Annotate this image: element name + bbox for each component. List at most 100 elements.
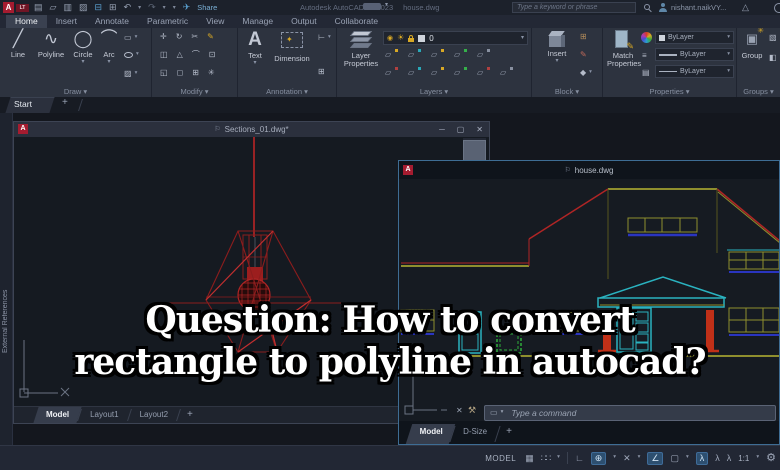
circle-button[interactable]: ◯ Circle ▾ [70, 30, 96, 65]
rotate-icon[interactable]: ↻ [176, 33, 183, 41]
share-icon[interactable]: ✈ [183, 3, 191, 12]
annotation-visibility-icon[interactable]: λ [695, 451, 709, 465]
text-button[interactable]: A Text ▾ [244, 30, 266, 66]
fillet-icon[interactable]: ⌒ [192, 51, 200, 59]
block-attribute-icon[interactable]: ◆ [580, 69, 586, 77]
command-close-icon[interactable]: ✕ [456, 407, 463, 415]
redo-icon[interactable]: ↷ [148, 3, 156, 12]
command-input[interactable]: ▭ ▾ Type a command [484, 405, 776, 421]
lineweight-dropdown[interactable]: ByLayer ▾ [655, 48, 734, 61]
insert-button[interactable]: Insert ▾ [542, 30, 572, 64]
annotation-panel-label[interactable]: Annotation ▾ [238, 87, 336, 96]
layer-tool-icon[interactable]: ▱ [500, 67, 513, 77]
ortho-mode-icon[interactable]: ∟ [575, 453, 584, 463]
open-file-icon[interactable]: ▱ [50, 3, 57, 12]
new-file-icon[interactable]: ▤ [34, 3, 43, 12]
snap-dropdown-icon[interactable]: ▾ [557, 455, 560, 461]
leader-icon[interactable]: ⊢ [318, 34, 325, 42]
tab-annotate[interactable]: Annotate [86, 15, 138, 28]
lineweight-icon[interactable]: ≡ [642, 52, 647, 60]
layer-tool-icon[interactable]: ▱ [454, 67, 467, 77]
user-name[interactable]: nishant.naikVY... [671, 0, 726, 15]
search-input[interactable]: Type a keyword or phrase [512, 2, 636, 13]
text-dropdown-icon[interactable]: ▾ [244, 60, 266, 66]
layer-tool-icon[interactable]: ▱ [408, 67, 421, 77]
close-icon[interactable]: ✕ [476, 125, 483, 134]
minimize-icon[interactable]: ─ [439, 125, 445, 134]
new-layout-button[interactable]: + [498, 424, 520, 444]
command-recent-dropdown-icon[interactable]: ▾ [501, 410, 504, 416]
color-wheel-icon[interactable] [641, 32, 652, 43]
new-drawing-tab-button[interactable]: + [62, 98, 68, 108]
tab-view[interactable]: View [197, 15, 233, 28]
new-layout-button[interactable]: + [179, 407, 201, 423]
autocad-logo-icon[interactable]: A [3, 2, 14, 13]
hatch-button[interactable]: ▨ ▾ [124, 70, 137, 78]
app-titlebar[interactable]: A LT ▤ ▱ ▥ ▨ ⊟ ⊞ ↶ ▾ ↷ ▾ ▾ ✈ Share Autod… [0, 0, 780, 15]
save-as-icon[interactable]: ▨ [79, 3, 88, 12]
command-recent-icon[interactable]: ▭ [490, 409, 498, 417]
circle-dropdown-icon[interactable]: ▾ [70, 59, 96, 65]
tab-parametric[interactable]: Parametric [138, 15, 197, 28]
match-properties-button[interactable]: ✎ Match Properties [607, 30, 641, 68]
layer-tool-icon[interactable]: ▱ [477, 67, 490, 77]
sections-tab-layout2[interactable]: Layout2 [130, 407, 178, 423]
linetype-dropdown[interactable]: ByLayer ▾ [655, 65, 734, 78]
ellipse-button[interactable]: ▾ [124, 52, 139, 58]
undo-dropdown-icon[interactable]: ▾ [138, 5, 141, 11]
start-tab-label[interactable]: Start [14, 99, 32, 109]
customization-gear-icon[interactable]: ⚙ [766, 452, 776, 464]
annotation-scale-icon[interactable]: λ [727, 453, 732, 463]
user-avatar-icon[interactable] [658, 3, 667, 12]
group-edit-icon[interactable]: ◧ [769, 54, 777, 62]
arc-button[interactable]: ⌒ Arc ▾ [98, 30, 120, 65]
trim-icon[interactable]: ✂ [191, 33, 198, 41]
house-drawing-canvas[interactable]: Y [399, 179, 780, 419]
object-snap-icon[interactable]: ▢ [670, 453, 679, 463]
groups-panel-label[interactable]: Groups ▾ [737, 87, 780, 96]
draw-panel-label[interactable]: Draw ▾ [0, 87, 151, 96]
sections-tab-model[interactable]: Model [33, 407, 82, 423]
redo-dropdown-icon[interactable]: ▾ [163, 5, 166, 11]
block-create-icon[interactable]: ⊞ [580, 33, 587, 41]
insert-dropdown-icon[interactable]: ▾ [542, 58, 572, 64]
tab-insert[interactable]: Insert [47, 15, 86, 28]
ribbon-display-toggle-button[interactable] [363, 3, 381, 10]
layer-tool-icon[interactable]: ▱ [385, 67, 398, 77]
print-icon[interactable]: ⊞ [109, 3, 117, 12]
group-button[interactable]: ▣ ✳ Group [739, 28, 765, 60]
isometric-dropdown-icon[interactable]: ▾ [638, 455, 641, 461]
isometric-drafting-icon[interactable]: ✕ [623, 453, 631, 463]
house-tab-model[interactable]: Model [405, 424, 456, 444]
object-color-dropdown[interactable]: ByLayer ▾ [655, 31, 734, 44]
arc-dropdown-icon[interactable]: ▾ [98, 59, 120, 65]
block-edit-icon[interactable]: ✎ [580, 51, 587, 59]
move-icon[interactable]: ✛ [160, 33, 167, 41]
tab-home[interactable]: Home [6, 15, 47, 28]
dimension-button[interactable]: ✦ Dimension [270, 30, 314, 63]
scrollbar-thumb[interactable] [463, 140, 486, 161]
layer-tool-icon[interactable]: ▱ [408, 49, 421, 59]
maximize-icon[interactable]: ▢ [457, 125, 465, 134]
layers-panel-label[interactable]: Layers ▾ [337, 87, 531, 96]
layer-dropdown[interactable]: ◉ ☀ 0 ▾ [383, 31, 528, 45]
layer-properties-button[interactable]: Layer Properties [343, 30, 379, 68]
command-customize-icon[interactable]: ⚒ [468, 406, 476, 415]
house-window-titlebar[interactable]: A ⚐ house.dwg [399, 161, 779, 179]
transparency-icon[interactable]: ▤ [642, 69, 650, 77]
model-space-button[interactable]: MODEL [485, 454, 516, 463]
sections-window-titlebar[interactable]: A ⚐ Sections_01.dwg* ─ ▢ ✕ [14, 122, 489, 137]
offset-icon[interactable]: ⊡ [209, 51, 216, 59]
annotation-scale-value[interactable]: 1:1 [738, 454, 749, 463]
snap-mode-icon[interactable]: ∷∷ [541, 453, 552, 463]
scale-icon[interactable]: ◻ [177, 69, 184, 77]
qat-customize-icon[interactable]: ▾ [173, 5, 176, 11]
layer-tool-icon[interactable]: ▱ [454, 49, 467, 59]
external-references-palette-tab[interactable]: External References [2, 203, 11, 353]
scale-dropdown-icon[interactable]: ▾ [756, 455, 759, 461]
object-snap-tracking-icon[interactable]: ∠ [647, 451, 664, 465]
mirror-icon[interactable]: △ [177, 51, 183, 59]
block-panel-label[interactable]: Block ▾ [532, 87, 602, 96]
rectangle-button[interactable]: ▭ ▾ [124, 34, 137, 42]
layer-tool-icon[interactable]: ▱ [385, 49, 398, 59]
